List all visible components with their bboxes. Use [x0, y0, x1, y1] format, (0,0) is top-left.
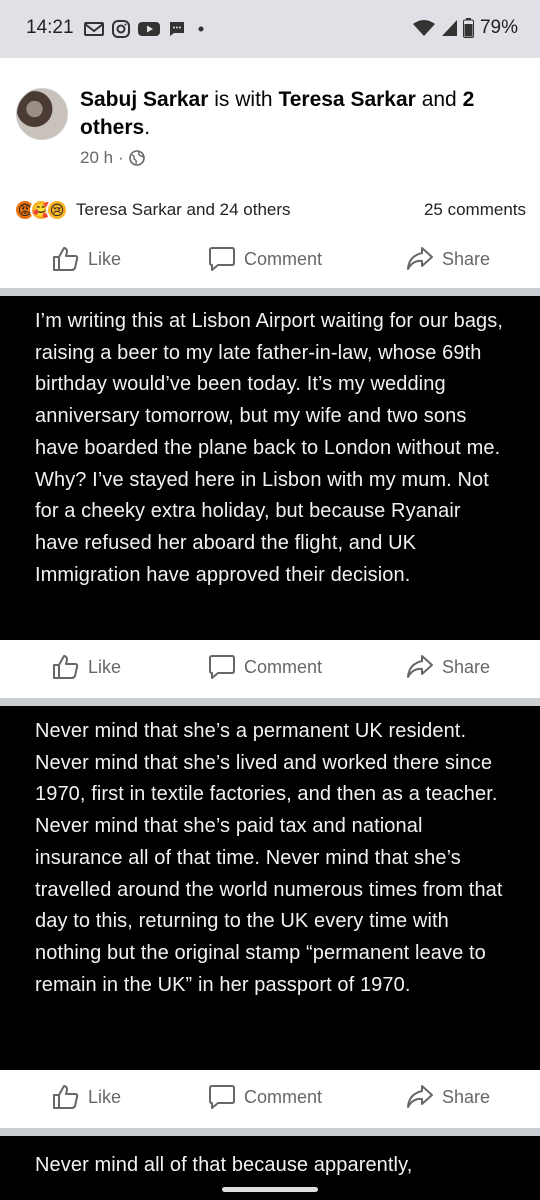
text-image-1[interactable]: I’m writing this at Lisbon Airport waiti… — [0, 296, 540, 640]
share-label: Share — [442, 248, 491, 269]
comments-count[interactable]: 25 comments — [424, 200, 526, 220]
like-label: Like — [88, 656, 122, 677]
like-button[interactable]: Like — [52, 246, 121, 272]
comment-label: Comment — [244, 656, 323, 677]
thumbs-up-icon — [53, 1085, 79, 1109]
comment-label: Comment — [244, 248, 323, 269]
share-button[interactable]: Share — [406, 246, 490, 272]
comment-button[interactable]: Comment — [208, 246, 322, 272]
share-icon — [407, 655, 433, 678]
post-stats: 😡 🥰 😢 Teresa Sarkar and 24 others 25 com… — [14, 196, 526, 224]
comment-icon — [209, 655, 235, 679]
youtube-icon — [138, 22, 160, 36]
section-gap — [0, 1128, 540, 1136]
action-bar-2: Like Comment Share — [0, 1070, 540, 1128]
avatar[interactable] — [16, 88, 68, 140]
section-gap — [0, 288, 540, 296]
share-button[interactable]: Share — [406, 654, 490, 680]
reactions-summary[interactable]: 😡 🥰 😢 Teresa Sarkar and 24 others — [14, 199, 291, 221]
comment-icon — [209, 1085, 235, 1109]
reaction-icons: 😡 🥰 😢 — [14, 199, 68, 221]
reactions-text: Teresa Sarkar and 24 others — [76, 200, 291, 219]
sad-reaction-icon: 😢 — [46, 199, 68, 221]
text-image-1-content: I’m writing this at Lisbon Airport waiti… — [35, 310, 504, 586]
like-label: Like — [88, 248, 122, 269]
signal-icon — [441, 20, 457, 36]
text-image-2-content: Never mind that she’s a permanent UK res… — [35, 720, 503, 996]
status-time: 14:21 — [26, 17, 74, 38]
status-bar: 14:21 79% — [0, 0, 540, 58]
tagged-name[interactable]: Teresa Sarkar — [278, 88, 415, 111]
post-title: Sabuj Sarkar is with Teresa Sarkar and 2… — [80, 86, 530, 142]
text-image-2[interactable]: Never mind that she’s a permanent UK res… — [0, 706, 540, 1070]
thumbs-up-icon — [53, 655, 79, 679]
wifi-icon — [412, 20, 435, 36]
author-name[interactable]: Sabuj Sarkar — [80, 88, 208, 111]
message-icon — [170, 22, 184, 36]
battery-icon — [462, 18, 474, 38]
notification-icons — [84, 20, 208, 38]
share-icon — [407, 1085, 433, 1108]
and-text: and — [421, 88, 457, 111]
like-label: Like — [88, 1086, 122, 1107]
meta-separator: · — [118, 148, 124, 167]
share-icon — [407, 247, 433, 270]
home-indicator[interactable] — [222, 1187, 318, 1192]
dot-icon — [198, 26, 204, 32]
like-button[interactable]: Like — [52, 1084, 121, 1110]
text-image-3-content: Never mind all of that because apparentl… — [35, 1154, 413, 1176]
system-icons: 79% — [412, 17, 518, 39]
post-header: Sabuj Sarkar is with Teresa Sarkar and 2… — [0, 70, 540, 292]
comment-icon — [209, 247, 235, 271]
comment-label: Comment — [244, 1086, 323, 1107]
instagram-icon — [112, 20, 130, 38]
share-button[interactable]: Share — [406, 1084, 490, 1110]
with-text: is with — [214, 88, 273, 111]
like-button[interactable]: Like — [52, 654, 121, 680]
share-label: Share — [442, 656, 491, 677]
period: . — [144, 116, 151, 139]
comment-button[interactable]: Comment — [208, 654, 322, 680]
gmail-icon — [84, 22, 104, 36]
post-time[interactable]: 20 h — [80, 148, 113, 168]
post-meta: 20 h · — [80, 148, 145, 168]
thumbs-up-icon — [53, 247, 79, 271]
battery-percent: 79% — [479, 17, 518, 38]
action-bar-1: Like Comment Share — [0, 640, 540, 698]
share-label: Share — [442, 1086, 491, 1107]
comment-button[interactable]: Comment — [208, 1084, 322, 1110]
action-bar: Like Comment Share — [0, 232, 540, 290]
section-gap — [0, 698, 540, 706]
globe-icon — [128, 150, 145, 166]
